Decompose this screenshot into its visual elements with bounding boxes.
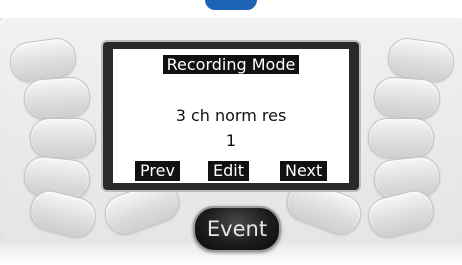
right-button-3[interactable]: [368, 118, 434, 158]
mode-title-row: Recording Mode: [113, 55, 349, 75]
left-button-2[interactable]: [22, 75, 92, 121]
top-strip: [0, 0, 462, 18]
edit-softkey[interactable]: Edit: [208, 161, 249, 181]
mode-index: 1: [225, 131, 237, 150]
prev-softkey[interactable]: Prev: [135, 161, 180, 181]
top-accent-shape: [205, 0, 257, 10]
next-softkey[interactable]: Next: [280, 161, 328, 181]
mode-title: Recording Mode: [162, 55, 300, 74]
lcd-screen: Recording Mode 3 ch norm res 1 Prev Edit…: [113, 49, 349, 183]
right-button-2[interactable]: [372, 75, 442, 121]
left-button-3[interactable]: [30, 118, 96, 158]
device-photo: Recording Mode 3 ch norm res 1 Prev Edit…: [0, 0, 462, 265]
mode-value: 3 ch norm res: [175, 106, 287, 125]
softkey-bar: Prev Edit Next: [113, 161, 349, 181]
event-button[interactable]: Event: [193, 206, 281, 252]
